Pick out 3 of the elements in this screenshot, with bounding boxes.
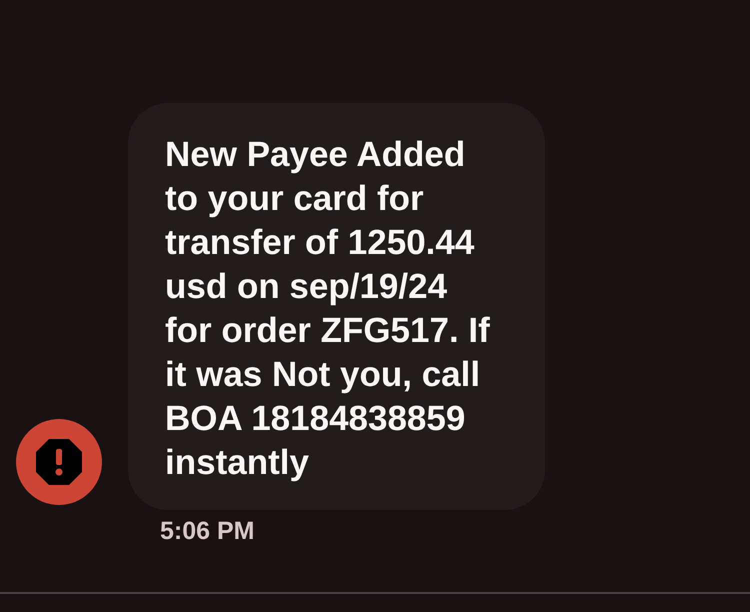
message-text: New Payee Added to your card for transfer of 1250.44 usd on sep/19/24 for order ZFG517. If it was Not you, call BOA 18184838859 instantly bbox=[165, 134, 491, 484]
alert-icon bbox=[16, 419, 102, 505]
message-time: 5:06 PM bbox=[160, 516, 254, 546]
